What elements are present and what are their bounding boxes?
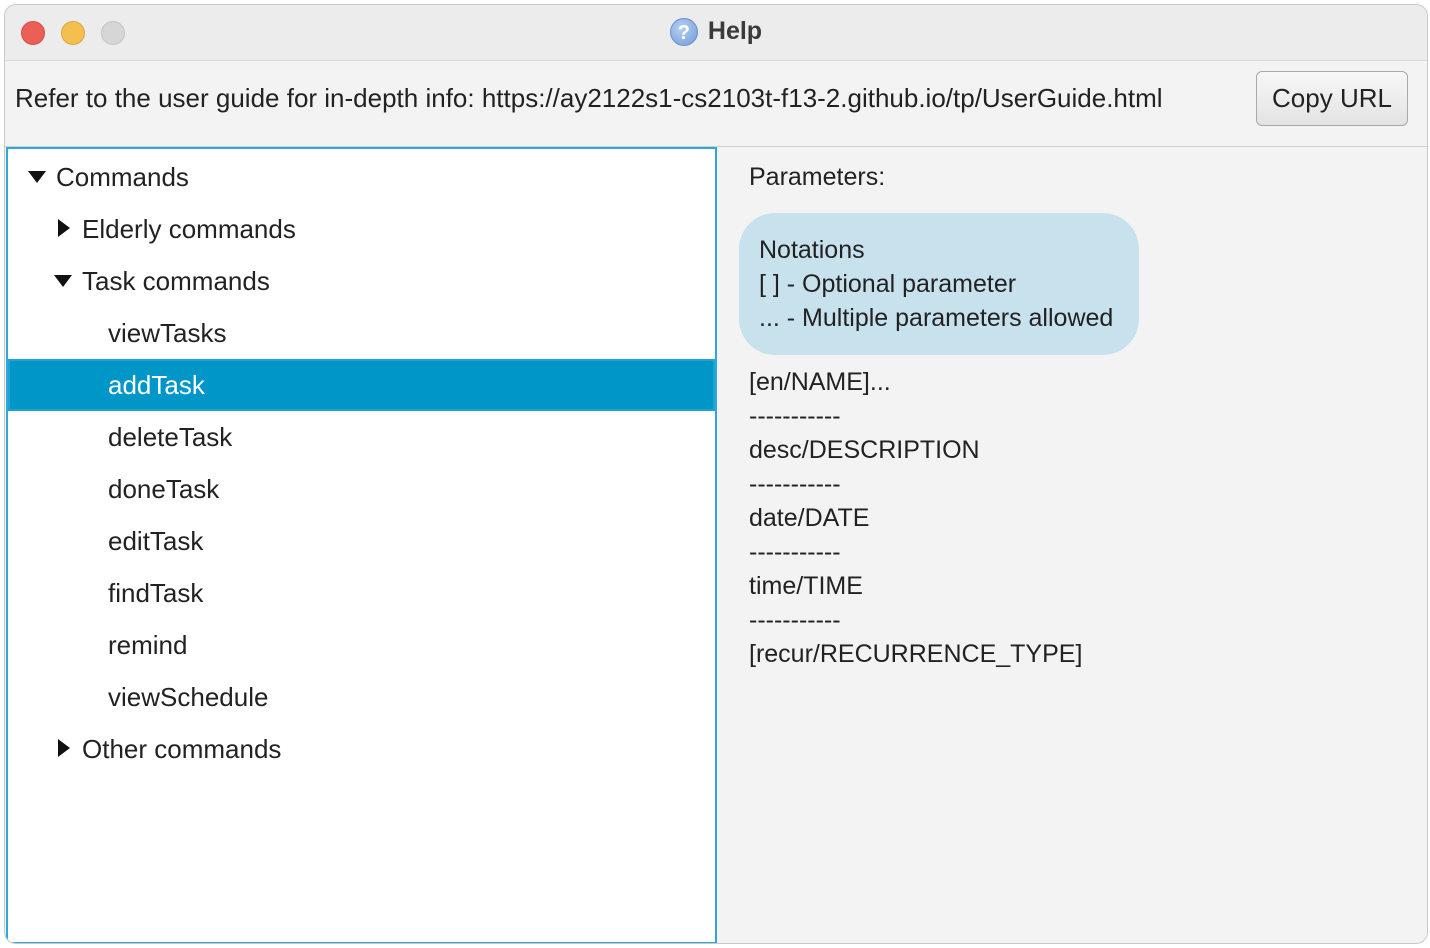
tree-label: viewTasks	[108, 318, 227, 348]
param-divider: -----------	[749, 606, 841, 634]
help-window: ? Help Refer to the user guide for in-dep…	[4, 4, 1428, 944]
tree-item-viewtasks[interactable]: viewTasks	[8, 307, 715, 359]
param-description: desc/DESCRIPTION	[749, 436, 980, 464]
tree-item-findtask[interactable]: findTask	[8, 567, 715, 619]
tree-item-addtask[interactable]: addTask	[8, 359, 715, 411]
tree-item-other-commands[interactable]: Other commands	[8, 723, 715, 775]
tree-item-remind[interactable]: remind	[8, 619, 715, 671]
chevron-down-icon[interactable]	[28, 171, 46, 183]
param-date: date/DATE	[749, 504, 870, 532]
tree-label: remind	[108, 630, 188, 660]
question-icon: ?	[669, 17, 698, 46]
chevron-right-icon[interactable]	[58, 219, 70, 237]
notation-optional: [ ] - Optional parameter	[759, 270, 1017, 298]
chevron-right-icon[interactable]	[58, 739, 70, 757]
tree-item-commands[interactable]: Commands	[8, 151, 715, 203]
tree-label: findTask	[108, 578, 204, 608]
guide-bar: Refer to the user guide for in-depth inf…	[5, 61, 1427, 147]
parameters-heading: Parameters:	[749, 163, 886, 191]
tree-label: editTask	[108, 526, 204, 556]
param-divider: -----------	[749, 402, 841, 430]
tree-label: Other commands	[82, 734, 282, 764]
tree-label: doneTask	[108, 474, 220, 504]
tree-label: viewSchedule	[108, 682, 269, 712]
param-divider: -----------	[749, 538, 841, 566]
window-title: Help	[707, 17, 763, 45]
title-bar: ? Help	[5, 5, 1427, 61]
param-name: [en/NAME]...	[749, 368, 891, 396]
param-recurrence: [recur/RECURRENCE_TYPE]	[749, 640, 1083, 668]
tree-item-task-commands[interactable]: Task commands	[8, 255, 715, 307]
tree-label: Elderly commands	[82, 214, 296, 244]
command-details-panel: Parameters: Notations [ ] - Optional par…	[717, 147, 1427, 943]
command-tree[interactable]: Commands Elderly commands Task commands …	[6, 147, 717, 943]
notation-title: Notations	[759, 236, 865, 264]
guide-url-text: Refer to the user guide for in-depth inf…	[15, 83, 1163, 113]
tree-item-edittask[interactable]: editTask	[8, 515, 715, 567]
tree-item-deletetask[interactable]: deleteTask	[8, 411, 715, 463]
tree-item-elderly-commands[interactable]: Elderly commands	[8, 203, 715, 255]
tree-label: Task commands	[82, 266, 270, 296]
tree-item-donetask[interactable]: doneTask	[8, 463, 715, 515]
chevron-down-icon[interactable]	[54, 275, 72, 287]
param-divider: -----------	[749, 470, 841, 498]
tree-item-viewschedule[interactable]: viewSchedule	[8, 671, 715, 723]
tree-label: addTask	[108, 370, 205, 400]
notation-box: Notations [ ] - Optional parameter ... -…	[739, 213, 1139, 355]
copy-url-button[interactable]: Copy URL	[1256, 71, 1408, 126]
tree-label: Commands	[56, 162, 189, 192]
notation-multiple: ... - Multiple parameters allowed	[759, 304, 1114, 332]
param-time: time/TIME	[749, 572, 863, 600]
parameter-list: [en/NAME]... ----------- desc/DESCRIPTIO…	[749, 365, 1082, 671]
tree-label: deleteTask	[108, 422, 233, 452]
window-title-group: ? Help	[5, 17, 1427, 49]
